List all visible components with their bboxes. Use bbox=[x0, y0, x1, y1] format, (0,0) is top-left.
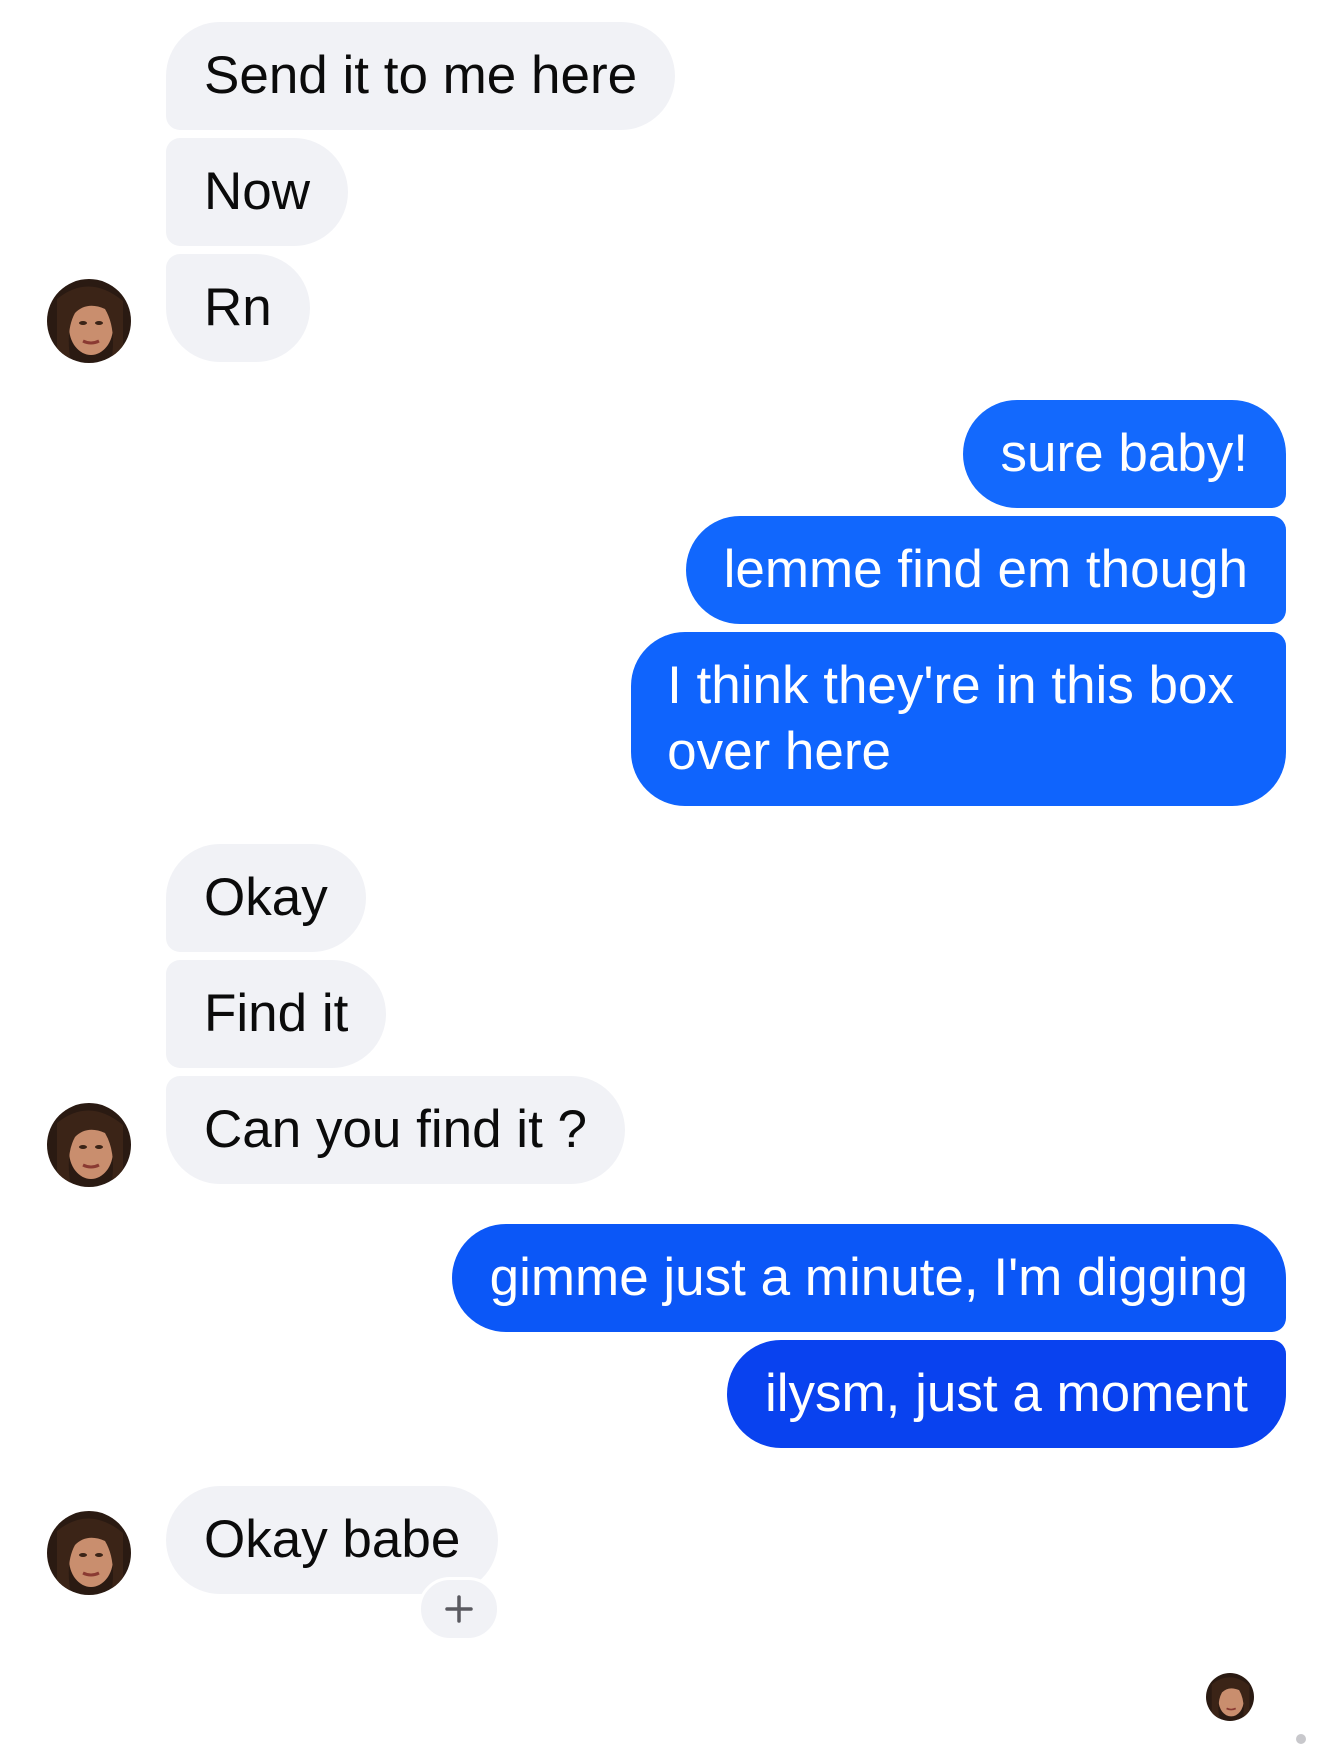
message-text: ilysm, just a moment bbox=[764, 1364, 1248, 1423]
message-text-line: over here bbox=[667, 722, 891, 781]
message-bubble-incoming[interactable]: Now bbox=[166, 138, 349, 246]
contact-avatar[interactable] bbox=[47, 1103, 131, 1187]
avatar-photo-icon bbox=[1206, 1673, 1254, 1721]
message-bubble-outgoing[interactable]: gimme just a minute, I'm digging bbox=[451, 1224, 1286, 1332]
avatar-photo-icon bbox=[47, 1103, 131, 1187]
message-text: Rn bbox=[204, 278, 272, 337]
message-bubble-incoming[interactable]: Can you find it ? bbox=[166, 1076, 626, 1184]
message-text: lemme find em though bbox=[723, 540, 1248, 599]
message-bubble-outgoing[interactable]: lemme find em though bbox=[685, 516, 1286, 624]
message-bubble-outgoing[interactable]: I think they're in this box over here bbox=[631, 632, 1286, 806]
avatar-photo-icon bbox=[47, 1511, 131, 1595]
seen-indicator-avatar bbox=[1206, 1673, 1254, 1721]
message-bubble-incoming[interactable]: Okay bbox=[166, 844, 366, 952]
message-text: gimme just a minute, I'm digging bbox=[489, 1248, 1248, 1307]
message-bubble-incoming[interactable]: Send it to me here bbox=[166, 22, 676, 130]
add-reaction-button[interactable] bbox=[418, 1577, 500, 1641]
message-text: Send it to me here bbox=[204, 46, 638, 105]
message-text: sure baby! bbox=[1000, 424, 1248, 483]
message-bubble-incoming[interactable]: Rn bbox=[166, 254, 310, 362]
message-bubble-outgoing[interactable]: ilysm, just a moment bbox=[726, 1340, 1286, 1448]
message-bubble-incoming[interactable]: Find it bbox=[166, 960, 387, 1068]
avatar-photo-icon bbox=[47, 279, 131, 363]
message-text: Okay bbox=[204, 868, 328, 927]
message-text: Now bbox=[204, 162, 311, 221]
contact-avatar[interactable] bbox=[47, 1511, 131, 1595]
message-text-line: I think they're in this box bbox=[667, 656, 1234, 715]
scroll-indicator[interactable] bbox=[1296, 1734, 1306, 1744]
contact-avatar[interactable] bbox=[47, 279, 131, 363]
message-text: Can you find it ? bbox=[204, 1100, 588, 1159]
message-text: Find it bbox=[204, 984, 349, 1043]
message-text: Okay babe bbox=[204, 1510, 461, 1569]
message-bubble-outgoing[interactable]: sure baby! bbox=[962, 400, 1286, 508]
plus-icon bbox=[445, 1595, 473, 1623]
